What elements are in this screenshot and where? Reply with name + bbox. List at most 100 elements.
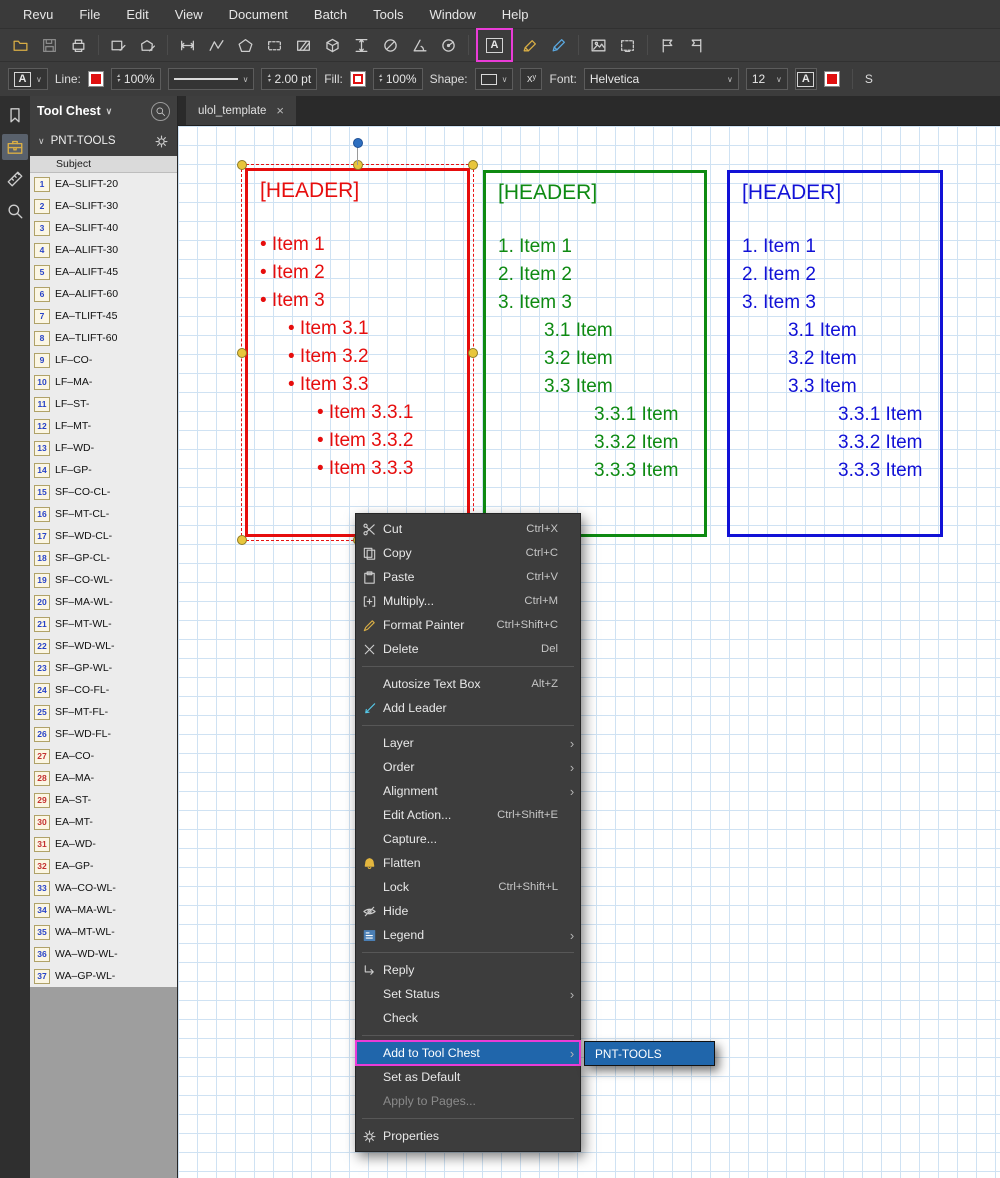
context-menu-item-copy[interactable]: Copy Ctrl+C	[356, 541, 580, 565]
measure-length-button[interactable]	[173, 32, 202, 58]
fill-opacity-stepper[interactable]: ▴ ▾ 100%	[372, 68, 423, 90]
tool-item-lf-wd[interactable]: 13 LF–WD-	[30, 437, 177, 459]
line-style-combo[interactable]: ∨	[167, 68, 255, 90]
tool-item-lf-gp[interactable]: 14 LF–GP-	[30, 459, 177, 481]
shape-combo[interactable]: ∨	[474, 68, 514, 90]
tool-item-ea-gp[interactable]: 32 EA–GP-	[30, 855, 177, 877]
tool-item-wa-wd-wl[interactable]: 36 WA–WD-WL-	[30, 943, 177, 965]
tool-item-lf-co[interactable]: 9 LF–CO-	[30, 349, 177, 371]
superscript-button[interactable]: xʸ	[520, 68, 543, 90]
image-button[interactable]	[584, 32, 613, 58]
context-menu-item-add-leader[interactable]: Add Leader	[356, 696, 580, 720]
tool-item-sf-wd-cl[interactable]: 17 SF–WD-CL-	[30, 525, 177, 547]
font-family-combo[interactable]: Helvetica ∨	[583, 68, 739, 90]
tool-item-wa-mt-wl[interactable]: 35 WA–MT-WL-	[30, 921, 177, 943]
context-menu-item-set-status[interactable]: Set Status ›	[356, 982, 580, 1006]
context-menu-item-hide[interactable]: Hide	[356, 899, 580, 923]
context-menu-item-autosize-text-box[interactable]: Autosize Text Box Alt+Z	[356, 672, 580, 696]
place-flag-button[interactable]	[653, 32, 682, 58]
menu-tools[interactable]: Tools	[360, 0, 416, 28]
tool-item-ea-wd[interactable]: 31 EA–WD-	[30, 833, 177, 855]
tool-item-lf-st[interactable]: 11 LF–ST-	[30, 393, 177, 415]
tool-item-sf-ma-wl[interactable]: 20 SF–MA-WL-	[30, 591, 177, 613]
snapshot-button[interactable]	[613, 32, 642, 58]
context-menu-item-delete[interactable]: Delete Del	[356, 637, 580, 661]
context-menu-item-cut[interactable]: Cut Ctrl+X	[356, 517, 580, 541]
context-menu-item-multiply[interactable]: Multiply... Ctrl+M	[356, 589, 580, 613]
menu-file[interactable]: File	[66, 0, 113, 28]
measure-rectangle-button[interactable]	[260, 32, 289, 58]
text-style-combo[interactable]: A ∨	[8, 68, 48, 90]
menu-window[interactable]: Window	[417, 0, 489, 28]
measure-radius-button[interactable]	[434, 32, 463, 58]
tool-item-wa-co-wl[interactable]: 33 WA–CO-WL-	[30, 877, 177, 899]
context-menu-item-legend[interactable]: Legend ›	[356, 923, 580, 947]
numbered-list-text-box-green[interactable]: [HEADER] 1. Item 1 2. Item 2 3. Item 3 3.1 I…	[483, 170, 707, 537]
document-canvas[interactable]: [HEADER] • Item 1 • Item 2 • Item 3 • Item 3…	[178, 126, 1000, 1178]
tool-item-ea-st[interactable]: 29 EA–ST-	[30, 789, 177, 811]
tool-item-ea-tlift-45[interactable]: 7 EA–TLIFT-45	[30, 305, 177, 327]
tool-item-sf-gp-wl[interactable]: 23 SF–GP-WL-	[30, 657, 177, 679]
context-menu-item-flatten[interactable]: Flatten	[356, 851, 580, 875]
text-color-swatch[interactable]	[823, 71, 840, 87]
tool-item-lf-ma[interactable]: 10 LF–MA-	[30, 371, 177, 393]
menu-revu[interactable]: Revu	[10, 0, 66, 28]
stepper-arrows-icon[interactable]: ▴ ▾	[117, 73, 120, 85]
tool-item-ea-alift-30[interactable]: 4 EA–ALIFT-30	[30, 239, 177, 261]
tool-item-ea-alift-60[interactable]: 6 EA–ALIFT-60	[30, 283, 177, 305]
measure-height-button[interactable]	[347, 32, 376, 58]
context-menu-item-properties[interactable]: Properties	[356, 1124, 580, 1148]
pen-button[interactable]	[544, 32, 573, 58]
tool-item-sf-co-wl[interactable]: 19 SF–CO-WL-	[30, 569, 177, 591]
autosize-text-button[interactable]: A	[794, 68, 817, 90]
tool-item-sf-mt-wl[interactable]: 21 SF–MT-WL-	[30, 613, 177, 635]
menu-help[interactable]: Help	[489, 0, 542, 28]
menu-edit[interactable]: Edit	[113, 0, 161, 28]
line-width-stepper[interactable]: ▴ ▾ 2.00 pt	[261, 68, 318, 90]
tool-chest-title[interactable]: Tool Chest	[37, 104, 101, 118]
tool-item-ea-ma[interactable]: 28 EA–MA-	[30, 767, 177, 789]
context-menu-item-capture[interactable]: Capture...	[356, 827, 580, 851]
search-button[interactable]	[2, 198, 28, 224]
tool-item-sf-co-cl[interactable]: 15 SF–CO-CL-	[30, 481, 177, 503]
measurements-button[interactable]	[2, 166, 28, 192]
rotation-handle[interactable]	[352, 138, 363, 148]
highlighter-button[interactable]	[515, 32, 544, 58]
subject-column-header[interactable]: Subject	[30, 156, 177, 173]
numbered-list-text-box-blue[interactable]: [HEADER] 1. Item 1 2. Item 2 3. Item 3 3.1 I…	[727, 170, 943, 537]
measure-diameter-button[interactable]	[376, 32, 405, 58]
measure-volume-button[interactable]	[318, 32, 347, 58]
pnt-tools-group-header[interactable]: ∨ PNT-TOOLS	[30, 126, 177, 156]
submenu-item-pnt-tools[interactable]: PNT-TOOLS	[585, 1042, 714, 1065]
context-menu-item-add-to-tool-chest[interactable]: Add to Tool Chest ›	[355, 1040, 581, 1066]
tool-item-ea-mt[interactable]: 30 EA–MT-	[30, 811, 177, 833]
close-tab-icon[interactable]: ×	[276, 103, 284, 118]
menu-batch[interactable]: Batch	[301, 0, 360, 28]
fill-color-swatch[interactable]	[349, 71, 366, 87]
stepper-arrows-icon[interactable]: ▴ ▾	[267, 73, 270, 85]
tool-item-sf-mt-cl[interactable]: 16 SF–MT-CL-	[30, 503, 177, 525]
context-menu-item-format-painter[interactable]: Format Painter Ctrl+Shift+C	[356, 613, 580, 637]
tool-chest-button[interactable]	[2, 134, 28, 160]
stepper-arrows-icon[interactable]: ▴ ▾	[379, 73, 382, 85]
tool-item-sf-co-fl[interactable]: 24 SF–CO-FL-	[30, 679, 177, 701]
menu-view[interactable]: View	[162, 0, 216, 28]
measure-polygon-button[interactable]	[231, 32, 260, 58]
tool-item-ea-alift-45[interactable]: 5 EA–ALIFT-45	[30, 261, 177, 283]
save-button[interactable]	[35, 32, 64, 58]
measure-angle-button[interactable]	[405, 32, 434, 58]
measure-area-button[interactable]	[289, 32, 318, 58]
remove-flag-button[interactable]	[682, 32, 711, 58]
tool-item-sf-wd-wl[interactable]: 22 SF–WD-WL-	[30, 635, 177, 657]
context-menu-item-check[interactable]: Check	[356, 1006, 580, 1030]
tool-item-sf-gp-cl[interactable]: 18 SF–GP-CL-	[30, 547, 177, 569]
font-size-combo[interactable]: 12 ∨	[745, 68, 788, 90]
line-opacity-stepper[interactable]: ▴ ▾ 100%	[110, 68, 161, 90]
tool-item-sf-mt-fl[interactable]: 25 SF–MT-FL-	[30, 701, 177, 723]
sketch-rectangle-button[interactable]	[104, 32, 133, 58]
tool-item-ea-slift-40[interactable]: 3 EA–SLIFT-40	[30, 217, 177, 239]
context-menu-item-order[interactable]: Order ›	[356, 755, 580, 779]
line-color-swatch[interactable]	[87, 71, 104, 87]
text-box-button[interactable]: A	[480, 32, 509, 58]
tool-item-ea-slift-20[interactable]: 1 EA–SLIFT-20	[30, 173, 177, 195]
